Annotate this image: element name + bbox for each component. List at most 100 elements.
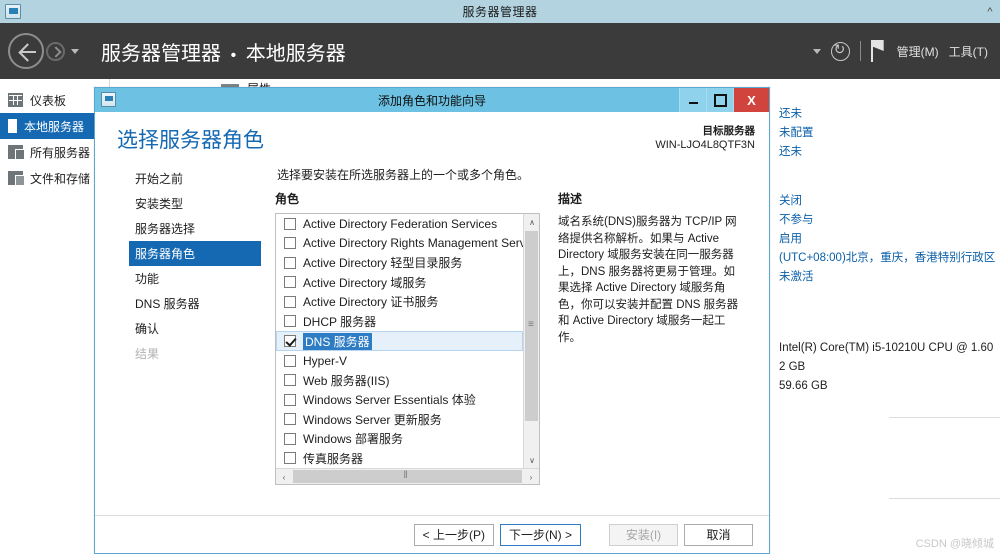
- role-label: DHCP 服务器: [303, 314, 377, 329]
- sidebar-item-file-storage[interactable]: 文件和存储: [0, 165, 109, 191]
- role-checkbox[interactable]: [284, 393, 296, 406]
- horizontal-scrollbar-thumb[interactable]: [293, 470, 522, 483]
- role-row[interactable]: DHCP 服务器: [276, 312, 523, 332]
- forward-arrow-icon[interactable]: [46, 41, 65, 61]
- property-value[interactable]: 关闭: [779, 192, 1000, 211]
- scroll-left-icon[interactable]: ‹: [276, 469, 292, 484]
- next-button[interactable]: 下一步(N) >: [499, 523, 581, 546]
- role-checkbox[interactable]: [284, 354, 296, 367]
- wizard-step-label: 结果: [135, 347, 160, 361]
- sidebar-item-all-servers[interactable]: 所有服务器: [0, 139, 109, 165]
- sidebar-item-local-server[interactable]: 本地服务器: [0, 113, 109, 139]
- roles-horizontal-scrollbar[interactable]: ‹ ›: [276, 468, 539, 484]
- navband-tools: 管理(M) 工具(T): [812, 40, 1000, 62]
- vertical-scrollbar-thumb[interactable]: [525, 231, 538, 421]
- role-row[interactable]: Active Directory 轻型目录服务: [276, 253, 523, 273]
- role-checkbox[interactable]: [284, 217, 296, 230]
- pane-intro-text: 选择要安装在所选服务器上的一个或多个角色。: [277, 168, 530, 182]
- properties-divider: [889, 417, 1000, 418]
- roles-listbox[interactable]: Active Directory Federation Services Act…: [275, 213, 540, 485]
- property-value[interactable]: (UTC+08:00)北京，重庆，香港特别行政区: [779, 249, 1000, 268]
- role-label: Active Directory 证书服务: [303, 295, 439, 310]
- wizard-step-label: 开始之前: [135, 172, 184, 186]
- role-checkbox[interactable]: [284, 256, 296, 269]
- role-checkbox[interactable]: [284, 374, 296, 387]
- role-checkbox[interactable]: [284, 432, 296, 445]
- all-servers-icon: [8, 145, 25, 160]
- wizard-step-installation-type[interactable]: 安装类型: [129, 191, 261, 216]
- cancel-button[interactable]: 取消: [684, 523, 753, 546]
- property-value-cpu: Intel(R) Core(TM) i5-10210U CPU @ 1.60: [779, 342, 994, 354]
- toolbar-divider: [859, 41, 861, 61]
- property-value[interactable]: 启用: [779, 230, 1000, 249]
- role-checkbox[interactable]: [284, 276, 296, 289]
- server-manager-icon: [5, 4, 21, 19]
- dialog-content: 开始之前 安装类型 服务器选择 服务器角色 功能 DNS 服务器 确认 结果 选…: [95, 162, 769, 517]
- properties-value-column: 还未 未配置 还未 关闭 不参与 启用 (UTC+08:00)北京，重庆，香港特…: [779, 105, 1000, 396]
- role-checkbox[interactable]: [284, 315, 296, 328]
- roles-pane: 选择要安装在所选服务器上的一个或多个角色。 角色 Active Director…: [275, 162, 759, 517]
- dialog-window-controls: X: [679, 88, 769, 112]
- navband-chevron-down-icon[interactable]: [812, 48, 821, 54]
- role-row[interactable]: Active Directory Rights Management Servi…: [276, 234, 523, 254]
- wizard-step-before-you-begin[interactable]: 开始之前: [129, 166, 261, 191]
- breadcrumb-current: 本地服务器: [245, 42, 346, 65]
- manage-menu[interactable]: 管理(M): [897, 43, 939, 60]
- role-checkbox[interactable]: [284, 413, 296, 426]
- role-label: Active Directory 域服务: [303, 275, 427, 290]
- role-checkbox[interactable]: [284, 335, 296, 347]
- wizard-step-features[interactable]: 功能: [129, 266, 261, 291]
- role-row[interactable]: 传真服务器: [276, 449, 523, 469]
- refresh-icon[interactable]: [830, 40, 850, 61]
- close-button[interactable]: X: [733, 88, 769, 112]
- property-value[interactable]: 还未: [779, 105, 1000, 124]
- role-row[interactable]: Windows Server 更新服务: [276, 410, 523, 430]
- role-checkbox[interactable]: [284, 452, 296, 465]
- titlebar-help-icon[interactable]: ^: [982, 0, 998, 23]
- role-label: Hyper-V: [303, 353, 348, 368]
- wizard-icon: [101, 92, 116, 107]
- chevron-down-icon[interactable]: [71, 48, 79, 54]
- previous-button[interactable]: < 上一步(P): [413, 523, 494, 546]
- breadcrumb-root[interactable]: 服务器管理器: [101, 43, 221, 65]
- roles-label: 角色: [275, 192, 300, 206]
- role-row[interactable]: Windows Server Essentials 体验: [276, 390, 523, 410]
- role-row[interactable]: Windows 部署服务: [276, 429, 523, 449]
- property-value[interactable]: 未配置: [779, 124, 1000, 143]
- roles-vertical-scrollbar[interactable]: ∧ ∨: [523, 214, 539, 468]
- role-checkbox[interactable]: [284, 295, 296, 308]
- role-label: Windows Server Essentials 体验: [303, 393, 476, 408]
- window-titlebar: 服务器管理器 ^: [0, 0, 1000, 23]
- maximize-button[interactable]: [706, 88, 733, 112]
- minimize-button[interactable]: [679, 88, 706, 112]
- role-label: Active Directory Federation Services: [303, 216, 498, 231]
- scroll-right-icon[interactable]: ›: [523, 469, 539, 484]
- wizard-step-server-roles[interactable]: 服务器角色: [129, 241, 261, 266]
- role-label: Active Directory Rights Management Servi…: [303, 236, 523, 251]
- property-value[interactable]: 不参与: [779, 211, 1000, 230]
- notifications-flag-icon[interactable]: [870, 40, 887, 62]
- role-row-dns-server[interactable]: DNS 服务器: [276, 331, 523, 351]
- scroll-up-icon[interactable]: ∧: [524, 214, 539, 230]
- role-row[interactable]: Active Directory 证书服务: [276, 292, 523, 312]
- wizard-step-dns-server[interactable]: DNS 服务器: [129, 291, 261, 316]
- wizard-step-server-selection[interactable]: 服务器选择: [129, 216, 261, 241]
- wizard-step-confirmation[interactable]: 确认: [129, 316, 261, 341]
- properties-divider: [889, 498, 1000, 499]
- property-value[interactable]: 未激活: [779, 268, 1000, 287]
- tools-menu[interactable]: 工具(T): [949, 43, 988, 60]
- back-arrow-icon[interactable]: [8, 33, 44, 69]
- property-value-disk: 59.66 GB: [779, 380, 828, 392]
- role-row[interactable]: Web 服务器(IIS): [276, 371, 523, 391]
- dialog-titlebar[interactable]: 添加角色和功能向导 X: [95, 88, 769, 112]
- role-row[interactable]: Active Directory Federation Services: [276, 214, 523, 234]
- sidebar-item-dashboard[interactable]: 仪表板: [0, 87, 109, 113]
- role-row[interactable]: Active Directory 域服务: [276, 273, 523, 293]
- role-label: Active Directory 轻型目录服务: [303, 256, 463, 271]
- scroll-down-icon[interactable]: ∨: [524, 452, 539, 468]
- role-checkbox[interactable]: [284, 237, 296, 250]
- window-title: 服务器管理器: [462, 5, 538, 19]
- property-value[interactable]: 还未: [779, 143, 1000, 162]
- role-row[interactable]: Hyper-V: [276, 351, 523, 371]
- role-label: 传真服务器: [303, 451, 364, 466]
